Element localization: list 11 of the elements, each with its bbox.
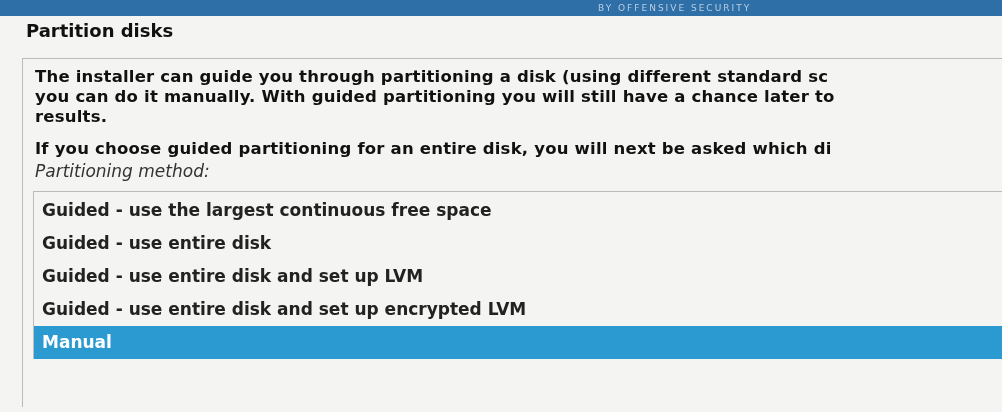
note-text: If you choose guided partitioning for an entire disk, you will next be asked which di	[35, 139, 833, 159]
list-option[interactable]: Guided - use entire disk and set up encrypted LVM	[34, 293, 1002, 326]
list-label: Partitioning method:	[35, 161, 211, 181]
description-line: The installer can guide you through partitioning a disk (using different standard sc	[35, 67, 830, 87]
description-line: results.	[35, 107, 109, 127]
banner-text: BY OFFENSIVE SECURITY	[598, 3, 752, 13]
page-title: Partition disks	[25, 19, 175, 43]
list-option[interactable]: Guided - use the largest continuous free space	[34, 194, 1002, 227]
description-line: you can do it manually. With guided partitioning you will still have a chance later to	[35, 87, 836, 107]
list-option[interactable]: Guided - use entire disk and set up LVM	[34, 260, 1002, 293]
list-option[interactable]: Guided - use entire disk	[34, 227, 1002, 260]
